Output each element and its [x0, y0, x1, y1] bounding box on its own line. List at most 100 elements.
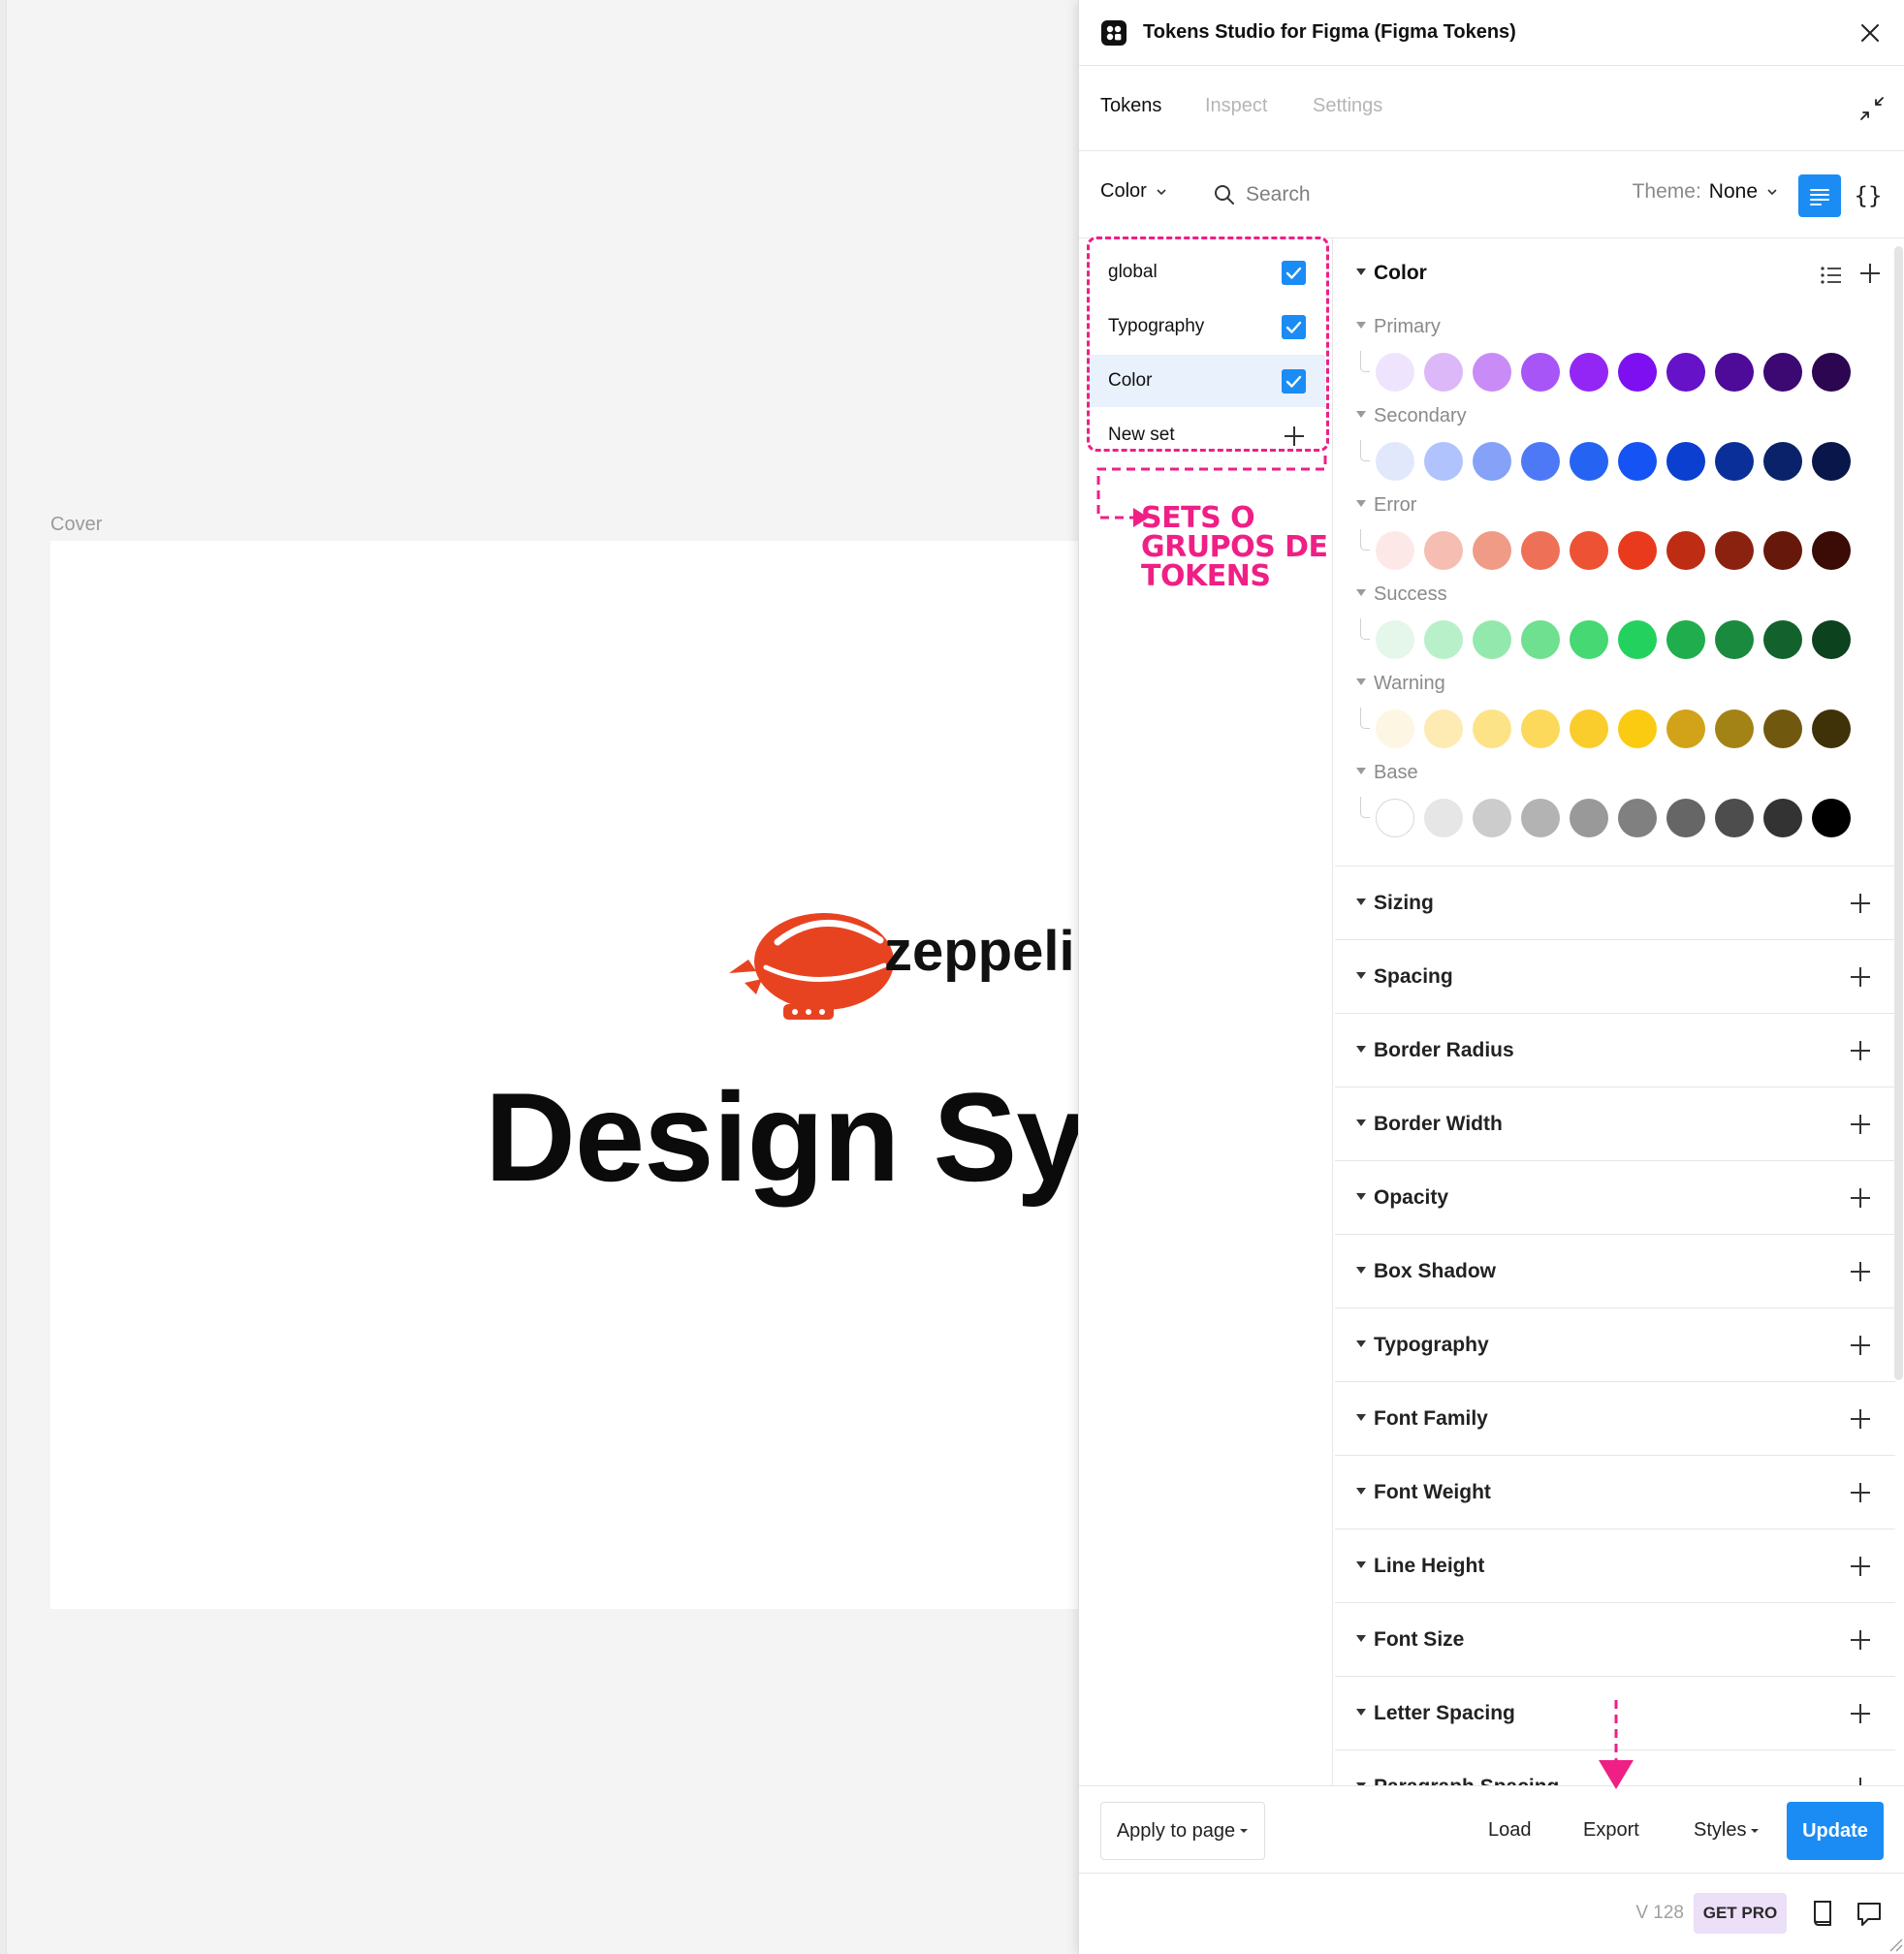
tab-inspect[interactable]: Inspect — [1205, 95, 1267, 117]
color-token-swatch[interactable] — [1666, 799, 1705, 837]
apply-to-page-dropdown[interactable]: Apply to page — [1100, 1802, 1265, 1860]
color-token-swatch[interactable] — [1424, 353, 1463, 392]
plus-icon[interactable] — [1847, 1479, 1874, 1506]
color-token-swatch[interactable] — [1715, 353, 1754, 392]
json-view-icon[interactable]: {} — [1849, 174, 1888, 217]
color-token-swatch[interactable] — [1570, 353, 1608, 392]
color-token-swatch[interactable] — [1570, 799, 1608, 837]
category-font-family[interactable]: Font Family — [1335, 1381, 1895, 1455]
color-token-swatch[interactable] — [1618, 620, 1657, 659]
category-spacing[interactable]: Spacing — [1335, 939, 1895, 1013]
color-token-swatch[interactable] — [1666, 709, 1705, 748]
color-token-swatch[interactable] — [1473, 353, 1511, 392]
search-box[interactable] — [1213, 176, 1504, 213]
color-token-swatch[interactable] — [1812, 531, 1851, 570]
color-token-swatch[interactable] — [1570, 620, 1608, 659]
export-button[interactable]: Export — [1583, 1819, 1639, 1842]
plus-icon[interactable] — [1847, 1184, 1874, 1212]
tab-settings[interactable]: Settings — [1313, 95, 1382, 117]
set-item-typography[interactable]: Typography — [1087, 300, 1325, 353]
color-token-swatch[interactable] — [1763, 442, 1802, 481]
color-group-primary[interactable]: Primary — [1356, 316, 1441, 338]
category-font-weight[interactable]: Font Weight — [1335, 1455, 1895, 1529]
category-border-width[interactable]: Border Width — [1335, 1087, 1895, 1160]
color-token-swatch[interactable] — [1812, 442, 1851, 481]
color-token-swatch[interactable] — [1521, 442, 1560, 481]
color-group-base[interactable]: Base — [1356, 762, 1418, 784]
category-line-height[interactable]: Line Height — [1335, 1529, 1895, 1602]
color-token-swatch[interactable] — [1376, 799, 1414, 837]
plus-icon[interactable] — [1847, 963, 1874, 991]
color-token-swatch[interactable] — [1570, 442, 1608, 481]
color-token-swatch[interactable] — [1715, 799, 1754, 837]
color-token-swatch[interactable] — [1618, 531, 1657, 570]
color-token-swatch[interactable] — [1618, 799, 1657, 837]
update-button[interactable]: Update — [1787, 1802, 1884, 1860]
plus-icon[interactable] — [1847, 1332, 1874, 1359]
checkbox-checked-icon[interactable] — [1282, 315, 1306, 339]
category-typography[interactable]: Typography — [1335, 1308, 1895, 1381]
set-item-global[interactable]: global — [1087, 246, 1325, 299]
color-token-swatch[interactable] — [1473, 799, 1511, 837]
scrollbar[interactable] — [1894, 246, 1903, 1380]
color-token-swatch[interactable] — [1763, 799, 1802, 837]
color-token-swatch[interactable] — [1570, 709, 1608, 748]
color-token-swatch[interactable] — [1376, 620, 1414, 659]
color-token-swatch[interactable] — [1812, 620, 1851, 659]
color-token-swatch[interactable] — [1376, 531, 1414, 570]
docs-icon[interactable] — [1808, 1899, 1837, 1928]
plus-icon[interactable] — [1847, 890, 1874, 917]
plus-icon[interactable] — [1856, 260, 1884, 287]
color-token-swatch[interactable] — [1521, 531, 1560, 570]
color-group-secondary[interactable]: Secondary — [1356, 405, 1467, 427]
color-token-swatch[interactable] — [1763, 620, 1802, 659]
color-token-swatch[interactable] — [1376, 353, 1414, 392]
resize-grip-icon[interactable] — [1886, 1935, 1903, 1952]
tokens-list[interactable]: Color Primary Secondary Error Success Warnin… — [1335, 238, 1904, 1785]
color-group-warning[interactable]: Warning — [1356, 673, 1445, 695]
color-section-heading[interactable]: Color — [1356, 262, 1427, 285]
set-item-color[interactable]: Color — [1087, 355, 1325, 407]
color-token-swatch[interactable] — [1424, 442, 1463, 481]
color-token-swatch[interactable] — [1715, 531, 1754, 570]
plus-icon[interactable] — [1847, 1405, 1874, 1433]
color-token-swatch[interactable] — [1424, 799, 1463, 837]
checkbox-checked-icon[interactable] — [1282, 369, 1306, 394]
color-token-swatch[interactable] — [1812, 799, 1851, 837]
color-token-swatch[interactable] — [1666, 531, 1705, 570]
checkbox-checked-icon[interactable] — [1282, 261, 1306, 285]
color-token-swatch[interactable] — [1424, 709, 1463, 748]
color-token-swatch[interactable] — [1666, 442, 1705, 481]
plus-icon[interactable] — [1847, 1626, 1874, 1654]
color-token-swatch[interactable] — [1473, 531, 1511, 570]
list-icon[interactable] — [1818, 262, 1845, 289]
color-token-swatch[interactable] — [1376, 709, 1414, 748]
color-token-swatch[interactable] — [1763, 709, 1802, 748]
plus-icon[interactable] — [1847, 1037, 1874, 1064]
plus-icon[interactable] — [1847, 1111, 1874, 1138]
category-box-shadow[interactable]: Box Shadow — [1335, 1234, 1895, 1308]
category-border-radius[interactable]: Border Radius — [1335, 1013, 1895, 1087]
color-token-swatch[interactable] — [1521, 709, 1560, 748]
color-token-swatch[interactable] — [1763, 531, 1802, 570]
plus-icon[interactable] — [1847, 1553, 1874, 1580]
color-token-swatch[interactable] — [1473, 442, 1511, 481]
plus-icon[interactable] — [1847, 1258, 1874, 1285]
color-token-swatch[interactable] — [1473, 709, 1511, 748]
get-pro-button[interactable]: GET PRO — [1694, 1893, 1787, 1934]
plus-icon[interactable] — [1847, 1774, 1874, 1785]
category-opacity[interactable]: Opacity — [1335, 1160, 1895, 1234]
plus-icon[interactable] — [1847, 1700, 1874, 1727]
color-token-swatch[interactable] — [1376, 442, 1414, 481]
new-set-button[interactable]: New set — [1087, 409, 1325, 461]
token-type-dropdown[interactable]: Color — [1100, 180, 1168, 203]
color-token-swatch[interactable] — [1812, 709, 1851, 748]
theme-selector[interactable]: Theme: None — [1633, 180, 1779, 204]
color-group-error[interactable]: Error — [1356, 494, 1416, 517]
chat-bubble-icon[interactable] — [1855, 1899, 1884, 1928]
color-token-swatch[interactable] — [1473, 620, 1511, 659]
color-token-swatch[interactable] — [1618, 442, 1657, 481]
color-token-swatch[interactable] — [1521, 353, 1560, 392]
color-token-swatch[interactable] — [1618, 709, 1657, 748]
color-token-swatch[interactable] — [1424, 620, 1463, 659]
